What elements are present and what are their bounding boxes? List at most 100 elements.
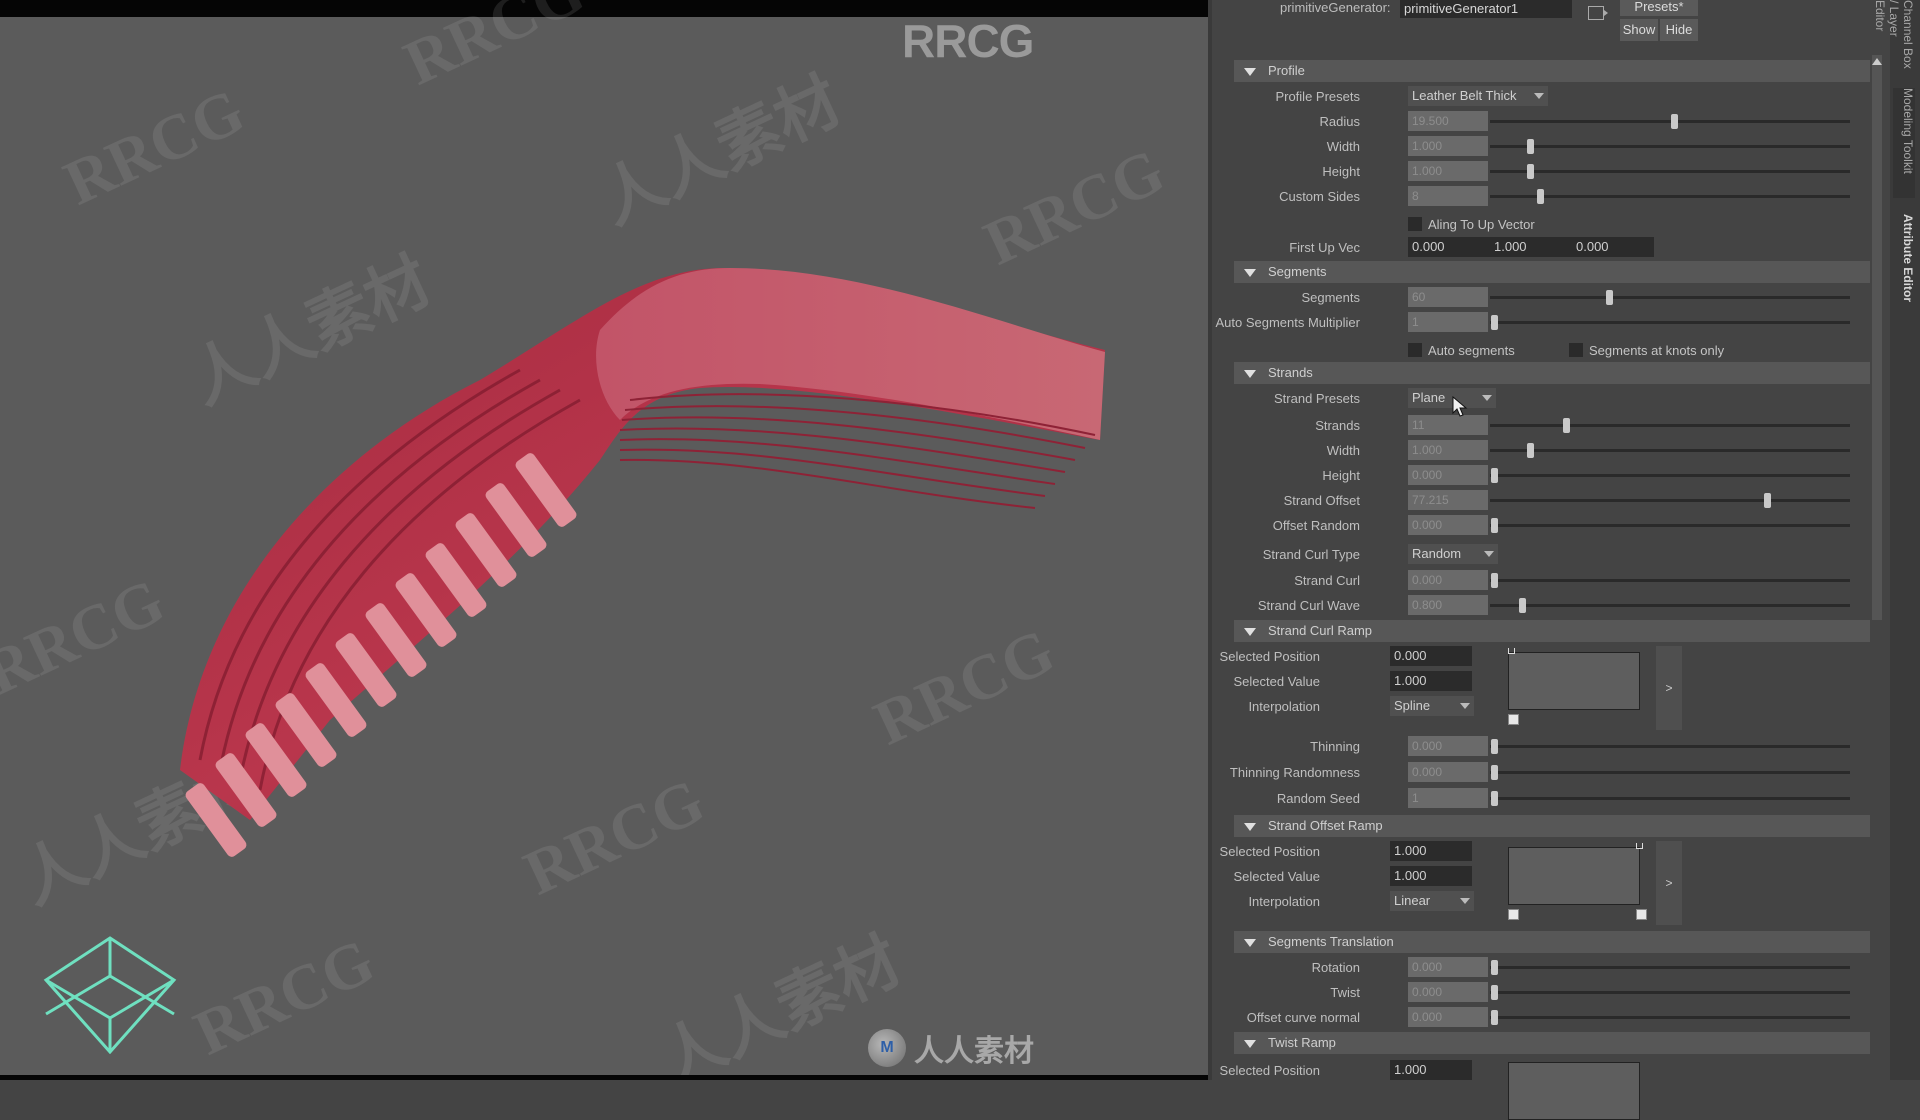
selected-value-field[interactable]: 1.000 [1390,866,1472,886]
value-field[interactable]: 0.000 [1408,570,1488,590]
belt-strands-model[interactable] [0,0,1212,1080]
value-field[interactable]: 77.215 [1408,490,1488,510]
value-slider[interactable] [1490,164,1850,179]
strand-curl-type-dropdown[interactable]: Random [1408,544,1498,564]
twist-ramp-section[interactable]: Twist Ramp [1234,1032,1870,1054]
value-field[interactable]: 0.000 [1408,515,1488,535]
3d-viewport[interactable]: RRCG RRCG RRCG 人人素材 人人素材 RRCG RRCG RRCG … [0,0,1212,1080]
value-field[interactable]: 1.000 [1408,440,1488,460]
slider-handle[interactable] [1519,598,1527,613]
collapse-triangle-icon[interactable] [1244,627,1256,636]
collapse-triangle-icon[interactable] [1244,1039,1256,1048]
slider-handle[interactable] [1490,1010,1498,1025]
value-slider[interactable] [1490,315,1850,330]
align-up-vector-checkbox[interactable] [1408,217,1422,231]
slider-handle[interactable] [1526,139,1534,154]
value-slider[interactable] [1490,985,1850,1000]
ramp-point-handle[interactable] [1508,648,1515,654]
value-field[interactable]: 19.500 [1408,111,1488,131]
dropdown-arrow-icon[interactable] [1460,898,1470,904]
dropdown-arrow-icon[interactable] [1484,551,1494,557]
value-slider[interactable] [1490,1010,1850,1025]
value-field[interactable]: 1.000 [1408,161,1488,181]
ramp-expand-button[interactable]: > [1656,841,1682,925]
selected-position-field[interactable]: 0.000 [1390,646,1472,666]
collapse-triangle-icon[interactable] [1244,369,1256,378]
profile-presets-dropdown[interactable]: Leather Belt Thick [1408,86,1548,106]
value-slider[interactable] [1490,791,1850,806]
value-slider[interactable] [1490,139,1850,154]
ramp-point-handle[interactable] [1636,843,1643,849]
value-field[interactable]: 11 [1408,415,1488,435]
focus-node-icon[interactable] [1588,6,1608,20]
up-vec-z-field[interactable]: 0.000 [1572,237,1654,257]
slider-handle[interactable] [1490,765,1498,780]
slider-handle[interactable] [1526,164,1534,179]
slider-handle[interactable] [1490,315,1498,330]
slider-handle[interactable] [1670,114,1678,129]
tab-channel-box[interactable]: Channel Box / Layer Editor [1873,0,1915,70]
interpolation-dropdown[interactable]: Spline [1390,696,1474,716]
dropdown-arrow-icon[interactable] [1482,395,1492,401]
node-name-field[interactable]: primitiveGenerator1 [1400,0,1572,18]
slider-handle[interactable] [1537,189,1545,204]
collapse-triangle-icon[interactable] [1244,822,1256,831]
ramp-graph[interactable] [1508,847,1640,905]
value-slider[interactable] [1490,418,1850,433]
value-slider[interactable] [1490,739,1850,754]
value-field[interactable]: 1.000 [1408,136,1488,156]
strands-section[interactable]: Strands [1234,362,1870,384]
slider-handle[interactable] [1605,290,1613,305]
value-field[interactable]: 0.000 [1408,465,1488,485]
ramp-graph[interactable] [1508,652,1640,710]
segments-section[interactable]: Segments [1234,261,1870,283]
tab-modeling-toolkit[interactable]: Modeling Toolkit [1893,88,1915,198]
value-field[interactable]: 0.800 [1408,595,1488,615]
collapse-triangle-icon[interactable] [1244,268,1256,277]
slider-handle[interactable] [1490,739,1498,754]
segments-translation-section[interactable]: Segments Translation [1234,931,1870,953]
strand-offset-ramp-section[interactable]: Strand Offset Ramp [1234,815,1870,837]
up-vec-x-field[interactable]: 0.000 [1408,237,1490,257]
value-field[interactable]: 1 [1408,312,1488,332]
interpolation-dropdown[interactable]: Linear [1390,891,1474,911]
dropdown-arrow-icon[interactable] [1460,703,1470,709]
value-slider[interactable] [1490,598,1850,613]
value-slider[interactable] [1490,114,1850,129]
hide-button[interactable]: Hide [1660,19,1698,41]
slider-handle[interactable] [1490,791,1498,806]
value-field[interactable]: 0.000 [1408,957,1488,977]
slider-handle[interactable] [1562,418,1570,433]
ramp-point-handle[interactable] [1508,909,1519,920]
ramp-expand-button[interactable]: > [1656,646,1682,730]
value-slider[interactable] [1490,765,1850,780]
value-field[interactable]: 0.000 [1408,762,1488,782]
slider-handle[interactable] [1490,960,1498,975]
panel-divider[interactable] [1208,0,1212,1080]
show-button[interactable]: Show [1620,19,1658,41]
value-field[interactable]: 8 [1408,186,1488,206]
value-slider[interactable] [1490,290,1850,305]
value-slider[interactable] [1490,518,1850,533]
panel-scrollbar[interactable] [1872,55,1882,620]
view-cube-icon[interactable] [40,934,180,1054]
collapse-triangle-icon[interactable] [1244,938,1256,947]
selected-position-field[interactable]: 1.000 [1390,841,1472,861]
dropdown-arrow-icon[interactable] [1534,93,1544,99]
value-field[interactable]: 0.000 [1408,736,1488,756]
collapse-triangle-icon[interactable] [1244,67,1256,76]
selected-value-field[interactable]: 1.000 [1390,671,1472,691]
tab-attribute-editor[interactable]: Attribute Editor [1893,214,1915,324]
ramp-point-handle[interactable] [1636,909,1647,920]
value-slider[interactable] [1490,443,1850,458]
segments-at-knots-checkbox[interactable] [1569,343,1583,357]
presets-button[interactable]: Presets* [1620,0,1698,16]
profile-section[interactable]: Profile [1234,60,1870,82]
value-slider[interactable] [1490,493,1850,508]
slider-handle[interactable] [1526,443,1534,458]
ramp-point-handle[interactable] [1508,714,1519,725]
selected-position-field[interactable]: 1.000 [1390,1060,1472,1080]
value-slider[interactable] [1490,468,1850,483]
value-field[interactable]: 0.000 [1408,1007,1488,1027]
value-slider[interactable] [1490,960,1850,975]
